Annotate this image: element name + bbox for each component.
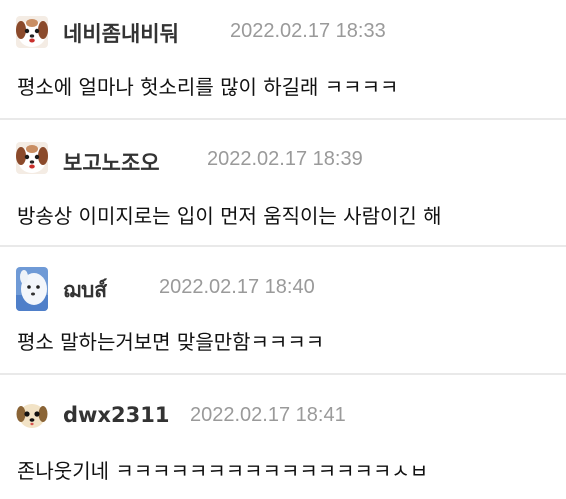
comment-item: dwx2311 2022.02.17 18:41 존나웃기네 ㅋㅋㅋㅋㅋㅋㅋㅋㅋ…: [0, 375, 566, 499]
comment-timestamp: 2022.02.17 18:33: [230, 20, 386, 42]
comment-text: 평소에 얼마나 헛소리를 많이 하길래 ㅋㅋㅋㅋ: [17, 75, 399, 99]
shih-tzu-dog-avatar-icon[interactable]: [16, 142, 48, 174]
comment-timestamp: 2022.02.17 18:40: [159, 276, 315, 298]
comment-text: 평소 말하는거보면 맞을만함ㅋㅋㅋㅋ: [17, 330, 325, 354]
comment-timestamp: 2022.02.17 18:39: [207, 148, 363, 170]
comment-item: 네비좀내비둬 2022.02.17 18:33 평소에 얼마나 헛소리를 많이 …: [0, 0, 566, 120]
comment-text: 방송상 이미지로는 입이 먼저 움직이는 사람이긴 해: [17, 204, 442, 228]
comment-author[interactable]: dwx2311: [63, 403, 169, 427]
comment-author[interactable]: 네비좀내비둬: [63, 18, 179, 48]
shih-tzu-dog-avatar-icon[interactable]: [16, 16, 48, 48]
white-dog-avatar-icon[interactable]: [16, 267, 48, 311]
comment-timestamp: 2022.02.17 18:41: [190, 404, 346, 426]
puppy-face-avatar-icon[interactable]: [16, 399, 48, 431]
comment-author[interactable]: ฌบส์: [63, 274, 107, 307]
comment-author[interactable]: 보고노조오: [63, 147, 160, 177]
comment-text: 존나웃기네 ㅋㅋㅋㅋㅋㅋㅋㅋㅋㅋㅋㅋㅋㅋㅋㅅㅂ: [17, 459, 429, 483]
comment-list: 네비좀내비둬 2022.02.17 18:33 평소에 얼마나 헛소리를 많이 …: [0, 0, 566, 499]
comment-item: ฌบส์ 2022.02.17 18:40 평소 말하는거보면 맞을만함ㅋㅋㅋㅋ: [0, 247, 566, 374]
comment-item: 보고노조오 2022.02.17 18:39 방송상 이미지로는 입이 먼저 움…: [0, 120, 566, 246]
